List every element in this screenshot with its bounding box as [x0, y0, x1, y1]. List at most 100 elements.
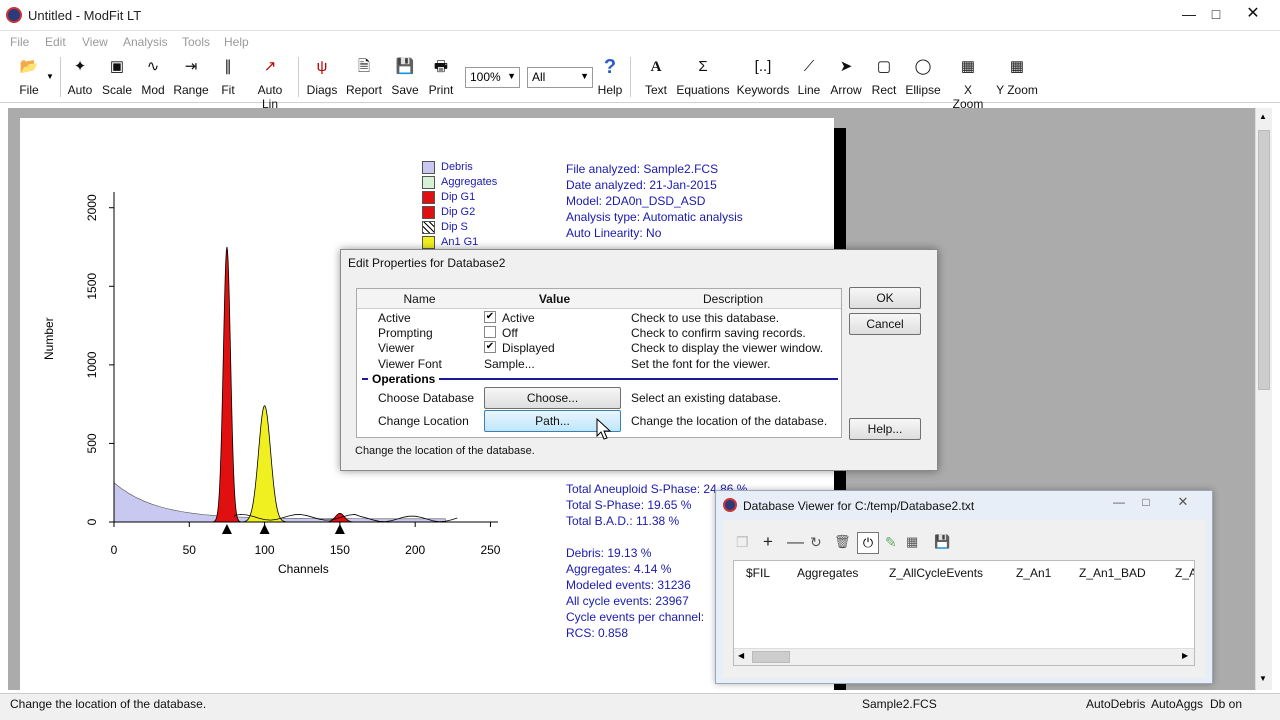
ellipse-icon: ◯: [914, 58, 932, 75]
sigma-icon: Σ: [698, 58, 708, 75]
equations-button[interactable]: Σ Equations: [676, 56, 730, 100]
close-icon[interactable]: ✕: [1240, 4, 1266, 24]
print-button[interactable]: 🖶 Print: [426, 56, 456, 100]
auto-lin-button[interactable]: ↗ Auto Lin: [248, 56, 292, 111]
choose-button[interactable]: Choose...: [484, 387, 621, 409]
export-icon[interactable]: 💾: [934, 534, 950, 550]
remove-record-icon[interactable]: —: [787, 532, 804, 552]
db-column-allcycleevents[interactable]: Z_AllCycleEvents: [889, 566, 983, 580]
y-tick-label: 1000: [85, 351, 99, 378]
range-button[interactable]: ⇥ Range: [172, 56, 210, 100]
x-tick-label: 250: [480, 543, 500, 557]
report-button[interactable]: 🗎 Report: [344, 56, 384, 100]
minimize-icon[interactable]: —: [1176, 4, 1202, 24]
horizontal-scrollbar[interactable]: ◀ ▶: [734, 648, 1194, 665]
peak-marker-icon: [259, 524, 270, 534]
grid-icon[interactable]: ▦: [906, 534, 918, 550]
op-desc-change-location: Change the location of the database.: [631, 414, 828, 428]
power-icon[interactable]: ⏻: [857, 532, 879, 554]
arrow-tool-button[interactable]: ➤ Arrow: [828, 56, 864, 100]
report-icon: 🗎: [357, 58, 371, 75]
x-tick-label: 100: [255, 543, 275, 557]
x-tick-label: 150: [330, 543, 350, 557]
add-record-icon[interactable]: +: [763, 532, 773, 552]
chevron-down-icon[interactable]: ▼: [46, 72, 54, 81]
db-column-fil[interactable]: $FIL: [746, 566, 770, 580]
menu-view[interactable]: View: [82, 35, 108, 49]
scroll-right-icon[interactable]: ▶: [1182, 651, 1188, 660]
diags-button[interactable]: ψ Diags: [304, 56, 340, 100]
help-dialog-button[interactable]: Help...: [849, 418, 921, 440]
legend-dip-s: Dip S: [441, 221, 468, 233]
rect-tool-button[interactable]: ▢ Rect: [868, 56, 900, 100]
report-modeled-events: Modeled events: 31236: [566, 578, 691, 592]
peak-an1-g1: [240, 405, 289, 523]
dialog-hint: Change the location of the database.: [355, 445, 535, 457]
row-value-viewer: Displayed: [502, 341, 555, 355]
scroll-thumb[interactable]: [752, 651, 790, 663]
refresh-icon[interactable]: ↻: [810, 534, 822, 551]
y-zoom-button[interactable]: ▦ Y Zoom: [996, 56, 1038, 100]
row-name-viewer: Viewer: [378, 341, 415, 355]
db-column-an1-bad[interactable]: Z_An1_BAD: [1079, 566, 1146, 580]
ok-button[interactable]: OK: [849, 287, 921, 309]
db-column-an1[interactable]: Z_An1: [1016, 566, 1051, 580]
legend-swatch-debris: [422, 161, 435, 174]
diags-icon: ψ: [316, 58, 328, 75]
legend-an1-g1: An1 G1: [441, 236, 479, 248]
y-tick-label: 0: [85, 518, 99, 525]
menu-edit[interactable]: Edit: [45, 35, 66, 49]
scroll-up-icon[interactable]: ▲: [1259, 112, 1267, 121]
maximize-icon[interactable]: □: [1203, 4, 1229, 24]
scroll-thumb[interactable]: [1258, 130, 1270, 390]
menu-analysis[interactable]: Analysis: [123, 35, 168, 49]
scroll-left-icon[interactable]: ◀: [738, 651, 744, 660]
mod-button[interactable]: ∿ Mod: [138, 56, 168, 100]
line-tool-button[interactable]: ⟋ Line: [794, 56, 824, 100]
edit-icon[interactable]: ✎: [885, 534, 897, 551]
menu-help[interactable]: Help: [224, 35, 249, 49]
viewer-checkbox[interactable]: ✔: [484, 341, 496, 353]
y-axis-label: Number: [42, 317, 56, 360]
viewer-font-value[interactable]: Sample...: [484, 357, 535, 371]
status-db-on: Db on: [1210, 697, 1243, 711]
maximize-icon[interactable]: □: [1133, 492, 1159, 512]
close-icon[interactable]: ✕: [1170, 492, 1196, 512]
menu-tools[interactable]: Tools: [182, 35, 210, 49]
status-auto-debris: AutoDebris: [1086, 697, 1146, 711]
zoom-select[interactable]: 100% ▼: [465, 67, 520, 88]
active-checkbox[interactable]: ✔: [484, 311, 496, 323]
row-name-prompting: Prompting: [378, 326, 433, 340]
ellipse-tool-button[interactable]: ◯ Ellipse: [904, 56, 942, 100]
auto-button[interactable]: ✦ Auto: [64, 56, 96, 100]
filter-select[interactable]: All ▼: [527, 67, 593, 88]
scroll-down-icon[interactable]: ▼: [1259, 674, 1267, 683]
prompting-checkbox[interactable]: [484, 326, 496, 338]
text-tool-button[interactable]: A Text: [640, 56, 672, 100]
report-total-bad: Total B.A.D.: 11.38 %: [566, 514, 680, 528]
xzoom-icon: ▦: [960, 58, 976, 75]
minimize-icon[interactable]: —: [1106, 492, 1132, 512]
delete-icon[interactable]: 🗑: [834, 534, 851, 550]
y-tick-label: 2000: [85, 194, 99, 221]
status-file: Sample2.FCS: [862, 697, 937, 711]
file-button[interactable]: 📂 File: [12, 56, 46, 100]
dialog-title: Edit Properties for Database2: [348, 256, 506, 270]
legend-swatch-an1-g1: [422, 236, 435, 249]
db-column-a[interactable]: Z_A: [1175, 566, 1194, 580]
fit-button[interactable]: ∥ Fit: [214, 56, 242, 100]
menu-file[interactable]: File: [10, 35, 29, 49]
copy-icon[interactable]: ❐: [736, 534, 749, 551]
vertical-scrollbar[interactable]: ▲ ▼: [1255, 108, 1272, 690]
x-zoom-button[interactable]: ▦ X Zoom: [948, 56, 988, 111]
row-desc-viewer-font: Set the font for the viewer.: [631, 357, 771, 371]
arrow-icon: ➤: [839, 58, 853, 75]
op-name-change-location: Change Location: [378, 414, 469, 428]
keywords-button[interactable]: [..] Keywords: [736, 56, 790, 100]
app-icon: [723, 498, 737, 512]
cancel-button[interactable]: Cancel: [849, 313, 921, 335]
db-column-aggregates[interactable]: Aggregates: [797, 566, 858, 580]
save-button[interactable]: 💾 Save: [390, 56, 420, 100]
help-button[interactable]: ? Help: [596, 56, 624, 100]
scale-button[interactable]: ▣ Scale: [100, 56, 134, 100]
